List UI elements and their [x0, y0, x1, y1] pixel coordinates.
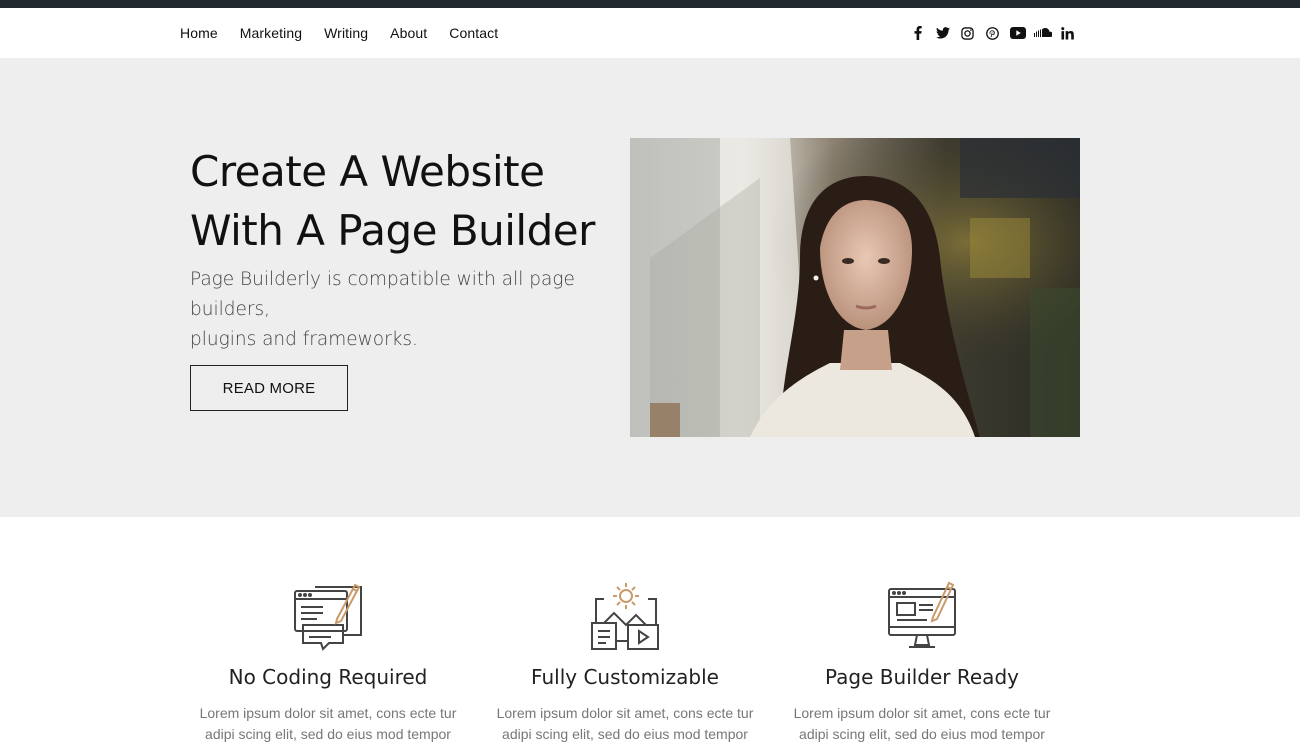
hero-title-line-2: With A Page Builder	[190, 206, 595, 255]
top-accent-bar	[0, 0, 1300, 8]
features-section: No Coding Required Lorem ipsum dolor sit…	[0, 517, 1300, 750]
nav-item-marketing[interactable]: Marketing	[240, 25, 302, 41]
nav-item-about[interactable]: About	[390, 25, 427, 41]
site-header: Home Marketing Writing About Contact	[0, 8, 1300, 58]
social-links	[905, 8, 1080, 58]
feature-text: Lorem ipsum dolor sit amet, cons ecte tu…	[198, 703, 458, 750]
pinterest-icon[interactable]	[980, 25, 1005, 41]
feature-text: Lorem ipsum dolor sit amet, cons ecte tu…	[495, 703, 755, 750]
feature-text-line-2: adipi scing elit, sed do eius mod tempor…	[799, 726, 1045, 750]
nav-item-contact[interactable]: Contact	[449, 25, 498, 41]
feature-text: Lorem ipsum dolor sit amet, cons ecte tu…	[792, 703, 1052, 750]
soundcloud-icon[interactable]	[1030, 25, 1055, 41]
feature-title: Page Builder Ready	[825, 665, 1019, 689]
feature-text-line-2: adipi scing elit, sed do eius mod tempor…	[502, 726, 748, 750]
monitor-pencil-icon	[887, 579, 959, 653]
feature-text-line-1: Lorem ipsum dolor sit amet, cons ecte tu…	[496, 705, 754, 721]
read-more-button[interactable]: READ MORE	[190, 365, 348, 411]
hero-subtitle-line-1: Page Builderly is compatible with all pa…	[190, 269, 575, 320]
main-nav: Home Marketing Writing About Contact	[180, 8, 520, 58]
hero-section: Create A Website With A Page Builder Pag…	[0, 58, 1300, 517]
hero-subtitle-line-2: plugins and frameworks.	[190, 329, 418, 350]
nav-item-home[interactable]: Home	[180, 25, 218, 41]
feature-text-line-1: Lorem ipsum dolor sit amet, cons ecte tu…	[199, 705, 457, 721]
facebook-icon[interactable]	[905, 25, 930, 41]
nav-item-writing[interactable]: Writing	[324, 25, 368, 41]
linkedin-icon[interactable]	[1055, 25, 1080, 41]
feature-title: No Coding Required	[228, 665, 428, 689]
gear-image-video-icon	[590, 579, 662, 653]
hero-subtitle: Page Builderly is compatible with all pa…	[190, 265, 630, 355]
hero-title-line-1: Create A Website	[190, 147, 545, 196]
youtube-icon[interactable]	[1005, 25, 1030, 41]
instagram-icon[interactable]	[955, 25, 980, 41]
feature-title: Fully Customizable	[531, 665, 719, 689]
hero-portrait-image	[630, 138, 1080, 437]
feature-text-line-2: adipi scing elit, sed do eius mod tempor…	[205, 726, 451, 750]
twitter-icon[interactable]	[930, 25, 955, 41]
hero-title: Create A Website With A Page Builder	[190, 142, 630, 260]
feature-text-line-1: Lorem ipsum dolor sit amet, cons ecte tu…	[793, 705, 1051, 721]
chat-document-pencil-icon	[293, 579, 365, 653]
